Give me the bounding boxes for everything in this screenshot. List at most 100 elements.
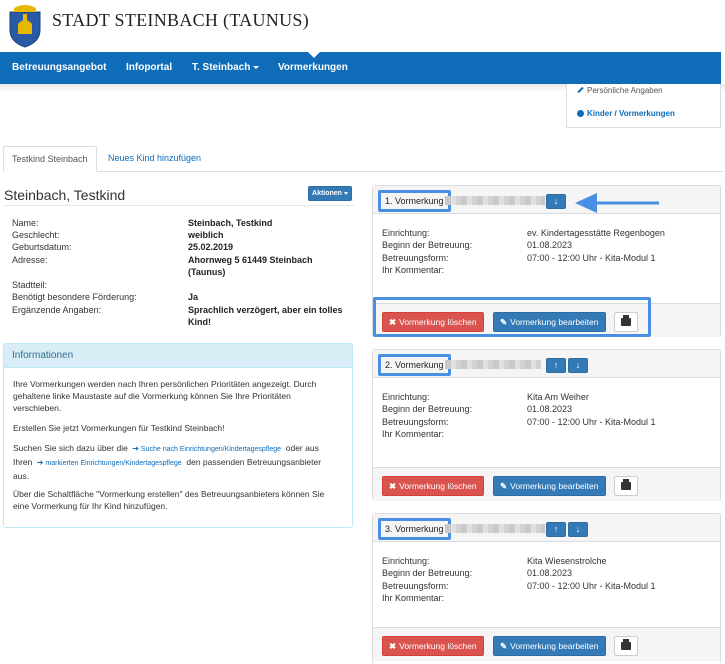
edit-vormerkung-button[interactable]: ✎ Vormerkung bearbeiten	[493, 476, 606, 496]
actions-dropdown-button[interactable]: Aktionen	[308, 186, 352, 201]
brand-title[interactable]: STADT STEINBACH (TAUNUS)	[52, 10, 309, 31]
redacted-text	[445, 524, 545, 533]
value-beginn: 01.08.2023	[527, 240, 573, 250]
label-kommentar: Ihr Kommentar:	[382, 593, 445, 603]
label-beginn: Beginn der Betreuung:	[382, 568, 473, 578]
info-text-priorities: Ihre Vormerkungen werden nach Ihren pers…	[13, 378, 348, 414]
field-label-name: Name:	[12, 218, 39, 228]
arrow-down-icon: ↓	[553, 196, 559, 206]
vormerkung-title: 1. Vormerkung	[378, 190, 451, 212]
field-value-notes: Sprachlich verzögert, aber ein tolles	[188, 305, 343, 315]
printer-icon	[621, 479, 631, 490]
arrow-down-icon: ↓	[575, 360, 581, 370]
info-panel: Informationen Ihre Vormerkungen werden n…	[3, 343, 353, 528]
info-text-line: Ihre Vormerkungen werden nach Ihren pers…	[13, 379, 317, 389]
tab-testkind[interactable]: Testkind Steinbach	[3, 146, 97, 172]
label-einrichtung: Einrichtung:	[382, 228, 430, 238]
delete-label: Vormerkung löschen	[399, 481, 477, 491]
redacted-text	[445, 360, 541, 369]
vormerkung-footer: ✖ Vormerkung löschen ✎ Vormerkung bearbeit…	[373, 627, 720, 661]
value-form: 07:00 - 12:00 Uhr - Kita-Modul 1	[527, 417, 656, 427]
brand-header: STADT STEINBACH (TAUNUS)	[0, 0, 725, 52]
tab-add-child[interactable]: Neues Kind hinzufügen	[100, 146, 209, 172]
move-up-button[interactable]: ↑	[546, 358, 566, 373]
move-down-button[interactable]: ↓	[568, 358, 588, 373]
nav-item-betreuungsangebot[interactable]: Betreuungsangebot	[12, 62, 106, 73]
redacted-text	[445, 196, 545, 205]
pencil-icon: ✎	[500, 641, 508, 651]
info-circle-icon	[577, 110, 584, 117]
child-heading: Steinbach, Testkind	[4, 187, 126, 203]
print-button[interactable]	[614, 476, 638, 496]
delete-label: Vormerkung löschen	[399, 317, 477, 327]
edit-vormerkung-button[interactable]: ✎ Vormerkung bearbeiten	[493, 636, 606, 656]
info-text-create: Erstellen Sie jetzt Vormerkungen für Tes…	[13, 423, 225, 433]
label-form: Betreuungsform:	[382, 417, 449, 427]
edit-vormerkung-button[interactable]: ✎ Vormerkung bearbeiten	[493, 312, 606, 332]
label-form: Betreuungsform:	[382, 253, 449, 263]
info-text-line: Über die Schaltfläche "Vormerkung erstel…	[13, 489, 325, 499]
arrow-down-icon: ↓	[575, 524, 581, 534]
vormerkung-header: 3. Vormerkung ↑ ↓	[373, 514, 720, 542]
info-text-fragment: oder aus	[285, 443, 319, 453]
nav-item-vormerkungen[interactable]: Vormerkungen	[278, 62, 348, 73]
value-einrichtung: Kita Wiesenstrolche	[527, 556, 607, 566]
delete-vormerkung-button[interactable]: ✖ Vormerkung löschen	[382, 636, 484, 656]
vormerkung-footer: ✖ Vormerkung löschen ✎ Vormerkung bearbeit…	[373, 303, 720, 337]
vormerkung-title: 2. Vormerkung	[378, 354, 451, 376]
delete-vormerkung-button[interactable]: ✖ Vormerkung löschen	[382, 312, 484, 332]
side-link-kinder[interactable]: Kinder / Vormerkungen	[577, 109, 675, 118]
side-link-personal[interactable]: Persönliche Angaben	[577, 86, 663, 95]
vormerkung-panel-2[interactable]: 2. Vormerkung ↑ ↓ Einrichtung: Kita Am W…	[372, 349, 721, 501]
arrow-right-icon: ➔	[36, 458, 44, 467]
caret-down-icon	[343, 191, 348, 195]
vormerkung-title: 3. Vormerkung	[378, 518, 451, 540]
vormerkung-panel-3[interactable]: 3. Vormerkung ↑ ↓ Einrichtung: Kita Wies…	[372, 513, 721, 664]
field-label-gender: Geschlecht:	[12, 230, 60, 240]
info-panel-title: Informationen	[4, 344, 352, 368]
move-up-button[interactable]: ↑	[546, 522, 566, 537]
field-label-birthdate: Geburtsdatum:	[12, 242, 72, 252]
info-text-line: eine Vormerkung für Ihr Kind hinzufügen.	[13, 501, 168, 511]
value-einrichtung: Kita Am Weiher	[527, 392, 589, 402]
crest-logo[interactable]	[6, 2, 44, 48]
child-tabs: Testkind Steinbach Neues Kind hinzufügen	[3, 146, 723, 172]
link-marked-facilities[interactable]: markierten Einrichtungen/Kindertagespfle…	[45, 460, 181, 467]
edit-label: Vormerkung bearbeiten	[510, 317, 599, 327]
info-text-line: gehaltene linke Maustaste auf die Vormer…	[13, 391, 291, 401]
link-search-facilities[interactable]: Suche nach Einrichtungen/Kindertagespfle…	[141, 446, 281, 453]
delete-vormerkung-button[interactable]: ✖ Vormerkung löschen	[382, 476, 484, 496]
print-button[interactable]	[614, 312, 638, 332]
side-link-kinder-label: Kinder / Vormerkungen	[587, 109, 675, 118]
nav-item-user-menu[interactable]: T. Steinbach	[192, 62, 260, 73]
field-label-address: Adresse:	[12, 255, 48, 265]
caret-down-icon	[253, 65, 260, 69]
label-einrichtung: Einrichtung:	[382, 392, 430, 402]
field-label-support: Benötigt besondere Förderung:	[12, 292, 137, 302]
arrow-up-icon: ↑	[553, 360, 559, 370]
vormerkung-footer: ✖ Vormerkung löschen ✎ Vormerkung bearbeit…	[373, 467, 720, 501]
info-text-add: Über die Schaltfläche "Vormerkung erstel…	[13, 488, 348, 512]
label-kommentar: Ihr Kommentar:	[382, 265, 445, 275]
label-beginn: Beginn der Betreuung:	[382, 404, 473, 414]
field-value-support: Ja	[188, 292, 199, 302]
info-text-line: verschieben.	[13, 403, 62, 413]
info-text-fragment: aus.	[13, 471, 30, 481]
value-beginn: 01.08.2023	[527, 404, 573, 414]
delete-label: Vormerkung löschen	[399, 641, 477, 651]
info-text-search: Suchen Sie sich dazu über die ➔ Suche nac…	[13, 442, 348, 482]
callout-arrow-icon	[575, 193, 659, 213]
vormerkung-panel-1[interactable]: 1. Vormerkung ↓ Einrichtung: ev. Kindert…	[372, 185, 721, 337]
value-form: 07:00 - 12:00 Uhr - Kita-Modul 1	[527, 581, 656, 591]
print-button[interactable]	[614, 636, 638, 656]
move-down-button[interactable]: ↓	[568, 522, 588, 537]
side-link-personal-label: Persönliche Angaben	[587, 86, 663, 95]
edit-label: Vormerkung bearbeiten	[510, 481, 599, 491]
move-down-button[interactable]: ↓	[546, 194, 566, 209]
printer-icon	[621, 639, 631, 650]
field-label-notes: Ergänzende Angaben:	[12, 305, 102, 315]
pencil-icon: ✎	[500, 481, 508, 491]
nav-active-pointer	[308, 52, 320, 58]
nav-item-infoportal[interactable]: Infoportal	[126, 62, 172, 73]
field-value-notes-cont: Kind!	[188, 317, 211, 327]
